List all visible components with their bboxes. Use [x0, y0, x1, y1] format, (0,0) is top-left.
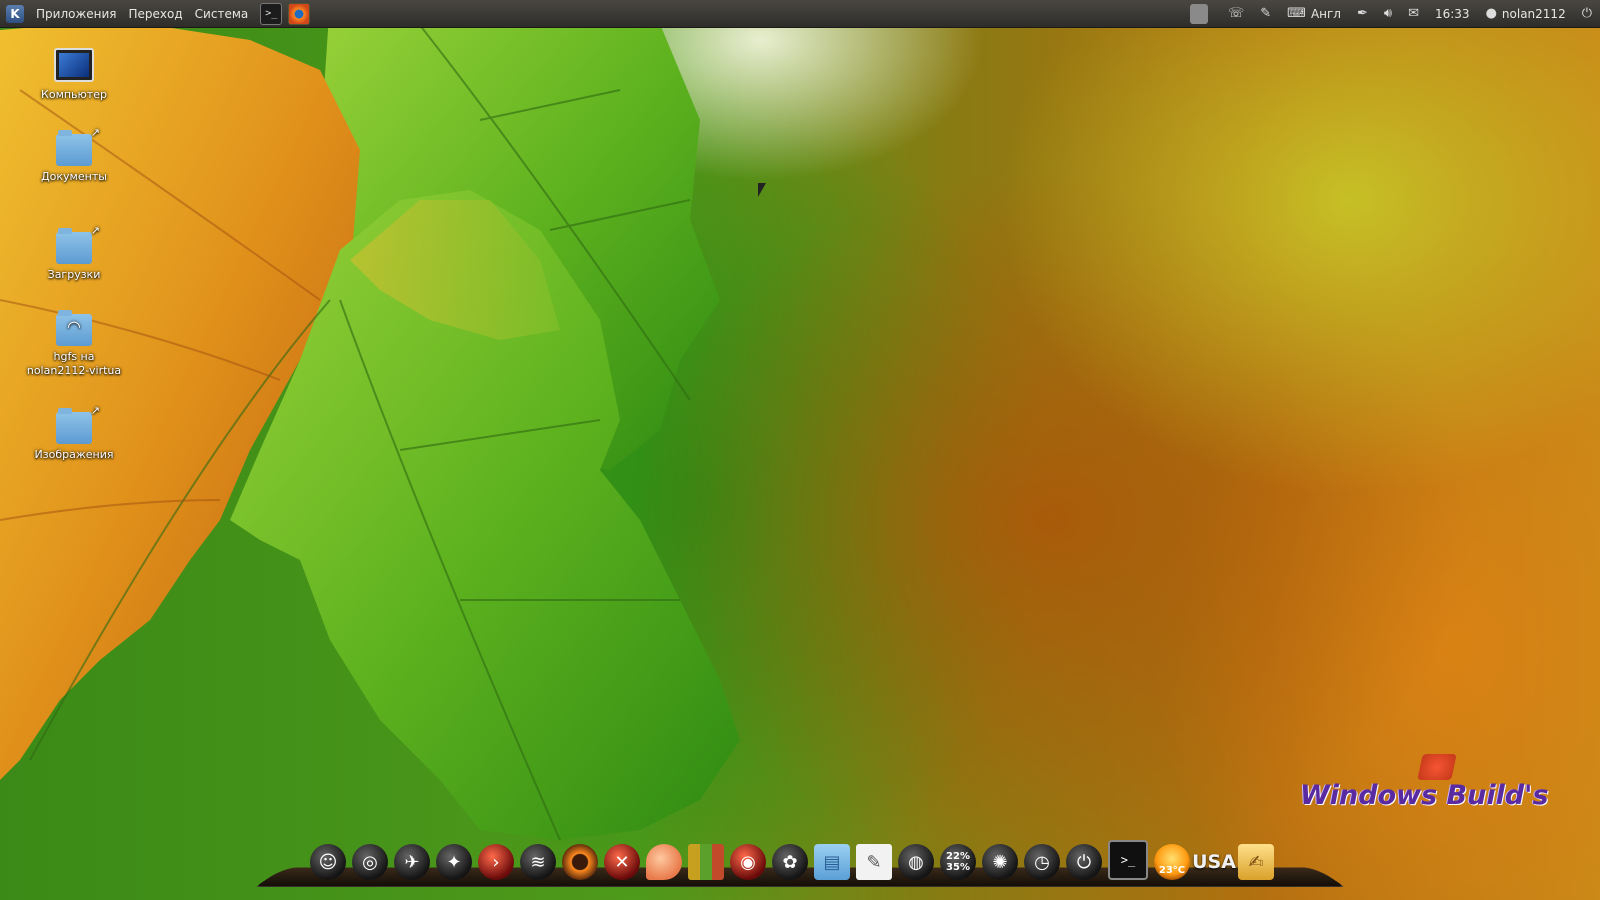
watermark-text: Windows Build's: [1300, 780, 1549, 811]
watermark-logo-icon: [1417, 754, 1457, 780]
menu-places[interactable]: Переход: [123, 7, 189, 21]
keyboard-icon: ⌨: [1287, 6, 1306, 21]
network-share-icon: ◠: [56, 310, 92, 346]
dock-terminal-icon[interactable]: >_: [1108, 840, 1148, 880]
volume-icon: 🔊︎: [1383, 6, 1393, 21]
dock-shutdown-icon[interactable]: ⏻: [1066, 844, 1102, 880]
desktop-icon-network-share[interactable]: ◠ hgfs на nolan2112-virtua: [22, 310, 126, 378]
pin-tray-item[interactable]: ✎: [1252, 6, 1279, 21]
wifi-icon: ◠: [67, 317, 81, 336]
main-menu-logo-icon[interactable]: K: [6, 4, 24, 23]
dock-items: ☺ ◎ ✈ ✦ › ≋ ✕ ◉ ✿ ▤ ✎ ◍ 22% 35% ✺ ◷ ⏻ >_…: [310, 840, 1274, 880]
desktop-icon-computer[interactable]: Компьютер: [22, 48, 126, 102]
dock-notes-icon[interactable]: ✍: [1238, 844, 1274, 880]
removable-device-icon: [1190, 3, 1208, 24]
system-tray: ☏ ✎ ⌨ Англ ✒ 🔊︎ ✉ 16:33 ● nolan2112 ⏻: [1182, 0, 1600, 27]
dock-system-monitor[interactable]: 22% 35%: [940, 844, 976, 880]
dock-run-command-icon[interactable]: ›: [478, 844, 514, 880]
cpu-usage-value: 22%: [946, 851, 970, 862]
dock-inkscape-icon[interactable]: ✦: [436, 844, 472, 880]
folder-icon: ↗: [56, 404, 100, 444]
messaging-indicator[interactable]: ✉: [1400, 6, 1427, 21]
dock-pidgin-icon[interactable]: ✿: [772, 844, 808, 880]
menu-system[interactable]: Система: [189, 7, 255, 21]
dock-firefox-icon[interactable]: [562, 844, 598, 880]
clock[interactable]: 16:33: [1427, 7, 1478, 21]
desktop-wallpaper: [0, 0, 740, 841]
pin-icon: ✎: [1260, 6, 1272, 21]
dock-settings-icon[interactable]: ✺: [982, 844, 1018, 880]
power-icon: ⏻: [1581, 6, 1592, 21]
dock-mail-bird-icon[interactable]: ✈: [394, 844, 430, 880]
envelope-icon: ✉: [1408, 6, 1419, 21]
desktop-icon-label: Изображения: [34, 448, 114, 461]
dock-weather[interactable]: 23°C: [1154, 844, 1190, 880]
link-arrow-icon: ↗: [90, 404, 100, 417]
top-panel: K Приложения Переход Система >_ ☏ ✎ ⌨ Ан…: [0, 0, 1600, 28]
desktop-icon-label: Загрузки: [47, 268, 101, 281]
volume-indicator[interactable]: 🔊︎: [1376, 6, 1400, 21]
folder-icon: ↗: [56, 126, 100, 166]
link-arrow-icon: ↗: [90, 126, 100, 139]
dock-clock-icon[interactable]: ◷: [1024, 844, 1060, 880]
desktop-icon-label: hgfs на nolan2112-virtua: [26, 350, 122, 377]
dock-disc-burner-icon[interactable]: ◎: [352, 844, 388, 880]
weather-temperature: 23°C: [1158, 864, 1186, 876]
memory-usage-value: 35%: [946, 862, 970, 873]
folder-icon: ↗: [56, 224, 100, 264]
web-browser-launcher-icon[interactable]: [288, 2, 311, 25]
keyboard-layout-label: Англ: [1310, 6, 1341, 21]
desktop-icon-pictures[interactable]: ↗ Изображения: [22, 404, 126, 462]
pen-tray-item[interactable]: ✒: [1349, 6, 1376, 21]
removable-device-tray-item[interactable]: [1182, 3, 1220, 24]
desktop-icon-label: Документы: [41, 170, 107, 183]
desktop-icon-documents[interactable]: ↗ Документы: [22, 126, 126, 184]
link-arrow-icon: ↗: [90, 224, 100, 237]
session-menu[interactable]: ⏻: [1574, 6, 1600, 21]
dock-text-editor-icon[interactable]: ✎: [856, 844, 892, 880]
dock-contacts-icon[interactable]: ☺: [310, 844, 346, 880]
terminal-launcher-icon[interactable]: >_: [260, 2, 283, 25]
dock-speaker-icon[interactable]: ◍: [898, 844, 934, 880]
dock-media-player-icon[interactable]: ◉: [730, 844, 766, 880]
dock-book-reader-icon[interactable]: ≋: [520, 844, 556, 880]
dock-photo-app-icon[interactable]: [646, 844, 682, 880]
user-name: nolan2112: [1501, 6, 1566, 21]
computer-icon: [54, 48, 94, 82]
mouse-pointer-icon: [758, 183, 766, 197]
pidgin-tray-item[interactable]: ☏: [1220, 6, 1252, 21]
keyboard-layout-indicator[interactable]: ⌨ Англ: [1279, 6, 1349, 21]
chat-icon: ☏: [1228, 6, 1245, 21]
dock: ☺ ◎ ✈ ✦ › ≋ ✕ ◉ ✿ ▤ ✎ ◍ 22% 35% ✺ ◷ ⏻ >_…: [254, 840, 1346, 890]
dock-workspace-switcher-icon[interactable]: [688, 844, 724, 880]
user-menu[interactable]: ● nolan2112: [1478, 6, 1574, 21]
pen-icon: ✒: [1356, 6, 1368, 21]
dock-keyboard-layout[interactable]: USA: [1192, 844, 1236, 880]
status-dot-icon: ●: [1485, 6, 1497, 21]
dock-tools-icon[interactable]: ✕: [604, 844, 640, 880]
dock-file-manager-icon[interactable]: ▤: [814, 844, 850, 880]
menu-applications[interactable]: Приложения: [30, 7, 123, 21]
desktop-icon-downloads[interactable]: ↗ Загрузки: [22, 224, 126, 282]
desktop-icon-label: Компьютер: [41, 88, 107, 101]
